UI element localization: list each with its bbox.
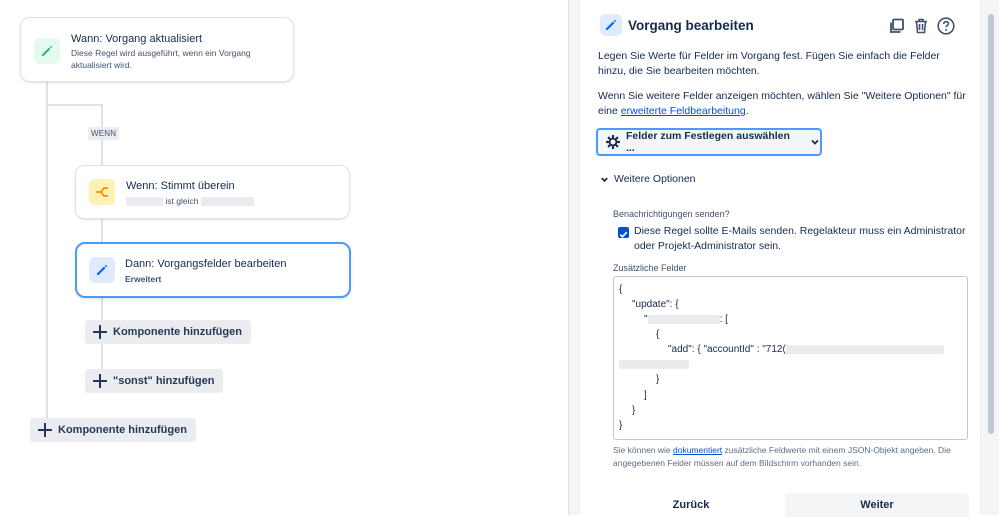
gear-icon: [606, 135, 620, 149]
next-button[interactable]: Weiter: [785, 493, 969, 517]
panel-scrollbar[interactable]: [987, 0, 995, 515]
branch-icon: [89, 179, 115, 205]
trigger-card[interactable]: Wann: Vorgang aktualisiert Diese Regel w…: [20, 17, 294, 82]
condition-title: Wenn: Stimmt überein: [126, 180, 235, 192]
json-line: "update": {: [632, 299, 679, 310]
more-options-label: Weitere Optionen: [614, 173, 696, 185]
pencil-icon: [89, 257, 115, 283]
add-else-button[interactable]: "sonst" hinzufügen: [85, 369, 224, 393]
plus-icon: [93, 325, 107, 339]
additional-fields-label: Zusätzliche Felder: [613, 263, 687, 273]
json-line: }: [632, 405, 636, 416]
redacted-account-id: [785, 344, 944, 354]
plus-icon: [93, 374, 107, 388]
plus-icon: [38, 423, 52, 437]
condition-operator: ist gleich: [165, 196, 199, 206]
chevron-down-icon: [811, 139, 819, 145]
add-component-outer-button[interactable]: Komponente hinzufügen: [30, 418, 196, 442]
json-line: {: [656, 329, 660, 340]
json-line: ]: [644, 390, 647, 401]
copy-icon[interactable]: [887, 16, 907, 36]
pencil-icon: [600, 14, 622, 36]
json-array-open: : [: [719, 314, 728, 325]
more-fields-end: .: [745, 105, 749, 117]
json-line: "add": { "accountId" : "712(: [668, 344, 944, 355]
json-line: }: [619, 420, 623, 431]
notifications-checkbox-label: Diese Regel sollte E-Mails senden. Regel…: [634, 225, 966, 252]
json-help-text: Sie können wie dokumentiert zusätzliche …: [613, 444, 973, 469]
documentation-link[interactable]: dokumentiert: [673, 445, 722, 455]
more-options-toggle[interactable]: Weitere Optionen: [600, 173, 696, 185]
json-line: {: [619, 284, 623, 295]
rule-flow-canvas: Wann: Vorgang aktualisiert Diese Regel w…: [0, 0, 568, 515]
redacted-account-id-cont: [619, 359, 689, 369]
json-line: [619, 359, 689, 370]
redacted-value: [200, 197, 254, 207]
condition-expression: ist gleich: [126, 195, 254, 207]
action-card[interactable]: Dann: Vorgangsfelder bearbeiten Erweiter…: [75, 242, 351, 298]
send-notifications-checkbox[interactable]: [618, 227, 629, 238]
action-title: Dann: Vorgangsfelder bearbeiten: [125, 258, 287, 270]
add-else-label: "sonst" hinzufügen: [113, 375, 215, 387]
select-fields-label: Felder zum Festlegen auswählen ...: [625, 130, 790, 154]
panel-title: Vorgang bearbeiten: [628, 18, 754, 33]
back-button[interactable]: Zurück: [602, 493, 780, 517]
trash-icon[interactable]: [911, 16, 931, 36]
redacted-field: [126, 197, 163, 207]
back-label: Zurück: [672, 499, 710, 511]
advanced-editing-link[interactable]: erweiterte Feldbearbeitung: [621, 105, 746, 117]
json-add-account: "add": { "accountId" : "712(: [668, 344, 786, 355]
help-icon[interactable]: [936, 16, 956, 36]
select-fields-button[interactable]: Felder zum Festlegen auswählen ...: [596, 128, 822, 156]
check-icon: [619, 231, 628, 238]
edit-issue-panel: Vorgang bearbeiten Legen Sie Werte für F…: [568, 0, 999, 517]
add-component-outer-label: Komponente hinzufügen: [58, 424, 187, 436]
trigger-description: Diese Regel wird ausgeführt, wenn ein Vo…: [71, 48, 251, 70]
flow-connector-main: [46, 81, 48, 426]
json-line: }: [656, 374, 660, 385]
notifications-label: Benachrichtigungen senden?: [613, 209, 730, 219]
scrollbar-thumb[interactable]: [988, 14, 994, 434]
next-label: Weiter: [860, 499, 894, 511]
wenn-label: WENN: [88, 127, 120, 140]
additional-fields-json-editor[interactable]: { "update": { ": [ { "add": { "accountId…: [613, 276, 968, 440]
panel-intro: Legen Sie Werte für Felder im Vorgang fe…: [598, 50, 940, 77]
condition-card[interactable]: Wenn: Stimmt überein ist gleich: [75, 165, 350, 219]
panel-content: Vorgang bearbeiten Legen Sie Werte für F…: [579, 0, 981, 517]
pencil-icon: [34, 38, 60, 64]
flow-connector-branch-top: [46, 104, 102, 106]
help-pre: Sie können wie: [613, 445, 674, 455]
more-fields-hint: Wenn Sie weitere Felder anzeigen möchten…: [598, 89, 970, 119]
add-component-label: Komponente hinzufügen: [113, 326, 242, 338]
action-subtitle: Erweitert: [125, 274, 162, 284]
redacted-field-id: [647, 314, 720, 324]
add-component-button[interactable]: Komponente hinzufügen: [85, 320, 251, 344]
chevron-down-icon: [601, 177, 608, 182]
trigger-title: Wann: Vorgang aktualisiert: [71, 33, 203, 45]
json-line: ": [: [644, 314, 728, 325]
